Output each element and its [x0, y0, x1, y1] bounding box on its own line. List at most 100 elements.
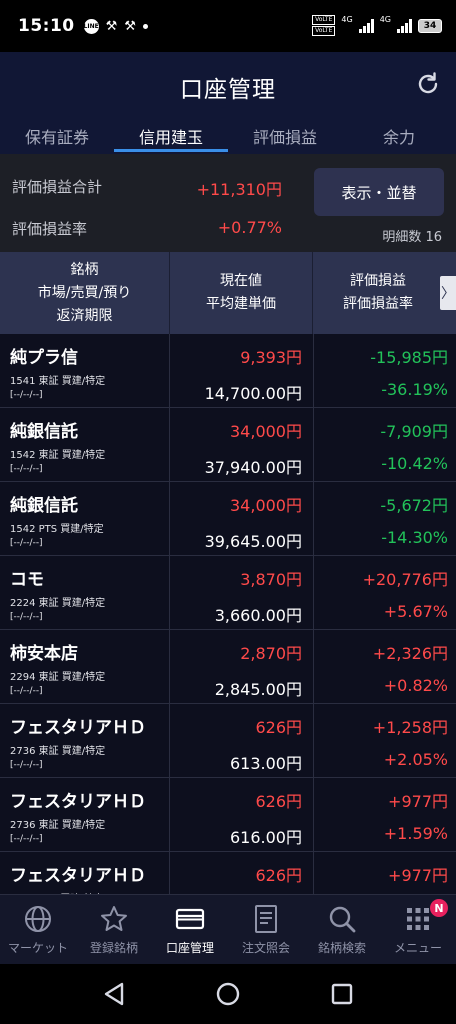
position-row[interactable]: フェスタリアＨＤ 2736 東証 買建/特定 [--/--/--] 626円 616.0… [0, 778, 456, 852]
profit-loss: +20,776円 [362, 570, 448, 589]
battery-icon: 34 [418, 18, 442, 33]
page-title: 口座管理 [180, 77, 276, 103]
profit-loss-rate: -36.19% [381, 380, 448, 399]
column-divider [169, 704, 170, 777]
column-header-price: 現在値 平均建単価 [170, 252, 313, 334]
new-badge: N [430, 899, 448, 917]
bottom-navigation: マーケット 登録銘柄 口座管理 注文照会 銘柄検索 メニュー N [0, 894, 456, 964]
position-row[interactable]: フェスタリアＨＤ2736 PTS 買建/特定[--/--/--]626円+977… [0, 852, 456, 894]
column-divider [169, 482, 170, 555]
recent-apps-icon[interactable] [328, 980, 356, 1008]
position-row[interactable]: フェスタリアＨＤ 2736 東証 買建/特定 [--/--/--] 626円 613.0… [0, 704, 456, 778]
repayment-deadline: [--/--/--] [10, 834, 43, 844]
position-row[interactable]: 純銀信託 1542 PTS 買建/特定 [--/--/--] 34,000円 39,64… [0, 482, 456, 556]
scroll-right-arrow-icon[interactable]: 〉 [440, 276, 456, 310]
profit-loss-rate: -10.42% [381, 454, 448, 473]
column-divider [169, 334, 170, 407]
security-meta: 1542 東証 買建/特定 [10, 450, 106, 461]
profit-loss-rate: +5.67% [383, 602, 448, 621]
column-header-name: 銘柄 市場/売買/預り 返済期限 [0, 252, 170, 334]
signal-icon [358, 18, 374, 33]
profit-loss: +977円 [388, 792, 448, 811]
average-price: 14,700.00円 [204, 384, 302, 403]
star-icon [101, 906, 127, 931]
tab-buying-power[interactable]: 余力 [342, 114, 456, 154]
security-name: 純プラ信 [10, 348, 78, 368]
repayment-deadline: [--/--/--] [10, 538, 43, 548]
position-row[interactable]: 柿安本店 2294 東証 買建/特定 [--/--/--] 2,870円 2,845.0… [0, 630, 456, 704]
average-price: 3,660.00円 [214, 606, 302, 625]
profit-loss-rate: +2.05% [383, 750, 448, 769]
more-notifications-dot-icon [142, 23, 148, 29]
positions-list: 純プラ信 1541 東証 買建/特定 [--/--/--] 9,393円 14,700.… [0, 334, 456, 894]
system-icons: VoLTE VoLTE 4G 4G 34 [312, 15, 442, 36]
nav-menu[interactable]: メニュー N [380, 895, 456, 964]
tab-valuation[interactable]: 評価損益 [228, 114, 342, 154]
current-price: 9,393円 [240, 348, 302, 367]
nav-search[interactable]: 銘柄検索 [304, 895, 380, 964]
tab-holdings[interactable]: 保有証券 [0, 114, 114, 154]
current-price: 34,000円 [230, 496, 302, 515]
current-price: 3,870円 [240, 570, 302, 589]
current-price: 626円 [255, 718, 302, 737]
profit-loss-rate: -14.30% [381, 528, 448, 547]
system-navigation-bar [0, 964, 456, 1024]
security-meta: 1542 PTS 買建/特定 [10, 524, 104, 535]
nav-account[interactable]: 口座管理 [152, 895, 228, 964]
notification-icons: LINE ⚒ ⚒ [84, 18, 148, 34]
position-row[interactable]: 純プラ信 1541 東証 買建/特定 [--/--/--] 9,393円 14,700.… [0, 334, 456, 408]
volte-icon: VoLTE VoLTE [312, 15, 336, 36]
table-header: 銘柄 市場/売買/預り 返済期限 現在値 平均建単価 評価損益 評価損益率 〉 [0, 252, 456, 334]
repayment-deadline: [--/--/--] [10, 686, 43, 696]
home-icon[interactable] [214, 980, 242, 1008]
position-row[interactable]: コモ 2224 東証 買建/特定 [--/--/--] 3,870円 3,660.00円… [0, 556, 456, 630]
nav-watchlist[interactable]: 登録銘柄 [76, 895, 152, 964]
repayment-deadline: [--/--/--] [10, 464, 43, 474]
security-name: フェスタリアＨＤ [10, 792, 146, 812]
network-type-label: 4G [379, 15, 391, 24]
security-meta: 2736 東証 買建/特定 [10, 746, 106, 757]
average-price: 39,645.00円 [204, 532, 302, 551]
nav-market[interactable]: マーケット [0, 895, 76, 964]
app-header: 口座管理 保有証券 信用建玉 評価損益 余力 [0, 52, 456, 154]
display-sort-button[interactable]: 表示・並替 [314, 168, 444, 216]
signal-icon [397, 18, 412, 33]
repayment-deadline: [--/--/--] [10, 390, 43, 400]
security-name: フェスタリアＨＤ [10, 866, 146, 886]
profit-loss: -15,985円 [370, 348, 448, 367]
current-price: 626円 [255, 866, 302, 885]
pl-rate-label: 評価損益率 [12, 220, 88, 238]
profit-loss: -5,672円 [380, 496, 448, 515]
column-divider [169, 852, 170, 894]
search-icon [329, 906, 356, 933]
average-price: 2,845.00円 [214, 680, 302, 699]
summary-panel: 評価損益合計 +11,310円 評価損益率 +0.77% 表示・並替 明細数 1… [0, 154, 456, 252]
position-row[interactable]: 純銀信託 1542 東証 買建/特定 [--/--/--] 34,000円 37,940… [0, 408, 456, 482]
column-divider [313, 556, 314, 629]
nav-orders[interactable]: 注文照会 [228, 895, 304, 964]
column-header-pl: 評価損益 評価損益率 [343, 273, 413, 312]
column-divider [169, 778, 170, 851]
column-divider [313, 630, 314, 703]
back-icon[interactable] [100, 980, 128, 1008]
total-pl-value: +11,310円 [196, 180, 282, 199]
security-name: 純銀信託 [10, 422, 78, 442]
tab-bar: 保有証券 信用建玉 評価損益 余力 [0, 114, 456, 154]
security-meta: 1541 東証 買建/特定 [10, 376, 106, 387]
column-divider [313, 778, 314, 851]
total-pl-label: 評価損益合計 [12, 178, 103, 196]
column-divider [169, 556, 170, 629]
profit-loss: -7,909円 [380, 422, 448, 441]
profit-loss: +1,258円 [372, 718, 448, 737]
current-price: 626円 [255, 792, 302, 811]
tab-margin-positions[interactable]: 信用建玉 [114, 114, 228, 154]
security-name: コモ [10, 570, 44, 590]
refresh-icon[interactable] [414, 70, 442, 98]
column-divider [169, 630, 170, 703]
current-price: 2,870円 [240, 644, 302, 663]
gavel-icon: ⚒ [124, 18, 136, 34]
column-divider [313, 408, 314, 481]
clock: 15:10 [18, 16, 75, 36]
detail-count: 明細数 16 [382, 230, 442, 245]
column-divider [313, 482, 314, 555]
